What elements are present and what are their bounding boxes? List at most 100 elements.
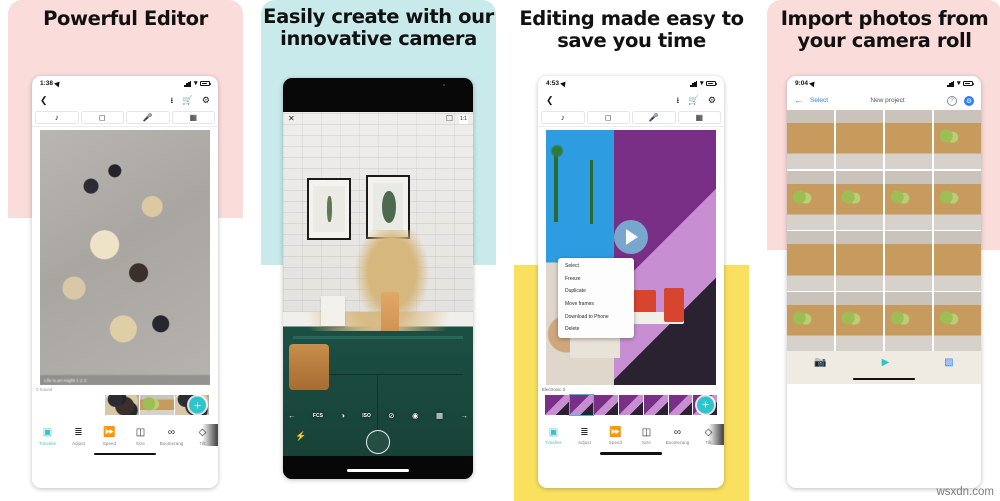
gallery-cell[interactable]	[787, 231, 835, 291]
context-menu-item-duplicate[interactable]: Duplicate	[558, 285, 634, 298]
filmstrip-frame[interactable]	[643, 394, 668, 415]
context-menu-item-select[interactable]: Select	[558, 260, 634, 273]
media-canvas[interactable]: Life is an might 1 2 3	[40, 130, 210, 385]
media-canvas[interactable]: Select Freeze Duplicate Move frames Down…	[546, 130, 716, 385]
gallery-cell[interactable]	[884, 231, 933, 291]
location-arrow-icon	[560, 79, 568, 88]
tab-label: Boomerang	[665, 440, 690, 445]
shutter-button[interactable]	[366, 430, 390, 454]
arrow-left-icon[interactable]: ←	[288, 411, 296, 420]
gallery-cell[interactable]	[885, 171, 932, 230]
download-icon[interactable]: ⭳	[170, 96, 173, 105]
filmstrip-frame[interactable]	[594, 394, 619, 415]
arrow-right-icon[interactable]: →	[460, 411, 468, 420]
flash-icon[interactable]: ⚡	[295, 432, 306, 441]
tab-tilt[interactable]: ◇ Tilt	[187, 424, 218, 446]
gallery-cell[interactable]	[835, 231, 884, 291]
gear-icon[interactable]: ⚙	[708, 95, 716, 105]
cart-icon[interactable]: 🛒	[182, 96, 193, 105]
filmstrip[interactable]: +	[544, 393, 718, 416]
folder-icon[interactable]: ◻	[586, 111, 630, 124]
gear-icon[interactable]: ⚙	[202, 95, 210, 105]
filmstrip-frame[interactable]	[545, 394, 569, 415]
panel-title: Powerful Editor	[43, 7, 208, 30]
tab-size[interactable]: ◫ Size	[631, 427, 662, 445]
camera-controls: ← FCS ◑ ISO ⊘ ◉ ▦ → ⚡	[283, 411, 473, 456]
gallery-cell[interactable]	[885, 292, 932, 351]
gallery-cell[interactable]	[835, 110, 884, 170]
cellular-bars-icon	[690, 80, 698, 87]
filmstrip-frame[interactable]	[105, 395, 139, 415]
music-note-icon[interactable]: ♪	[35, 111, 79, 124]
camera-viewfinder[interactable]: ✕ ☐ 1:1 ← FCS ◑ ISO ⊘ ◉ ▦ → ⚡	[283, 78, 473, 479]
tab-size[interactable]: ◫ Size	[125, 428, 156, 446]
filmstrip-frame[interactable]	[619, 394, 643, 415]
gallery-cell[interactable]	[934, 292, 981, 351]
select-button[interactable]: Select	[810, 97, 828, 104]
status-bar: 4:53 ▾	[538, 76, 724, 91]
tab-boomerang[interactable]: ∞ Boomerang	[662, 427, 693, 445]
panel-import-photos: Import photos from your camera roll 9:04…	[761, 0, 1000, 501]
tab-label: Size	[136, 440, 145, 446]
gallery-cell[interactable]	[934, 171, 981, 230]
filmstrip-frame[interactable]	[140, 395, 174, 415]
nav-bar: ← Select New project ? ⚙	[787, 91, 981, 110]
arrow-left-icon[interactable]: ←	[794, 96, 803, 105]
microphone-icon[interactable]: 🎤	[632, 111, 676, 124]
photos-icon[interactable]: ▧	[944, 357, 953, 368]
tab-adjust[interactable]: ≣ Adjust	[569, 427, 600, 445]
focus-icon[interactable]: FCS	[313, 413, 323, 419]
iso-icon[interactable]: ISO	[362, 413, 371, 419]
photo-gallery-grid[interactable]	[787, 110, 981, 352]
gallery-cell[interactable]	[787, 292, 834, 351]
tab-boomerang[interactable]: ∞ Boomerang	[156, 428, 187, 446]
music-note-icon[interactable]: ♪	[541, 111, 585, 124]
grid-icon[interactable]: ▦	[677, 111, 721, 124]
camera-icon[interactable]: 📷	[814, 357, 826, 368]
microphone-icon[interactable]: 🎤	[126, 111, 170, 124]
tab-timeline[interactable]: ▣ Timeline	[538, 427, 569, 445]
gallery-cell[interactable]	[836, 171, 883, 230]
no-flash-icon[interactable]: ⊘	[388, 411, 394, 420]
filmstrip[interactable]: +	[104, 394, 210, 416]
folder-icon[interactable]: ◻	[80, 111, 124, 124]
context-menu-item-freeze[interactable]: Freeze	[558, 273, 634, 286]
gallery-cell[interactable]	[884, 110, 933, 170]
white-balance-icon[interactable]: ◉	[412, 411, 419, 420]
close-x-icon[interactable]: ✕	[288, 115, 295, 123]
filmstrip-frame-selected[interactable]	[568, 393, 595, 416]
question-mark-icon[interactable]: ?	[947, 95, 957, 106]
context-menu-item-download-to-phone[interactable]: Download to Phone	[558, 310, 634, 323]
tab-speed[interactable]: ⏩ Speed	[94, 428, 125, 446]
filmstrip-frame[interactable]	[668, 394, 693, 415]
gallery-cell[interactable]	[836, 292, 883, 351]
context-menu-item-delete[interactable]: Delete	[558, 323, 634, 336]
cart-icon[interactable]: 🛒	[688, 96, 699, 105]
chevron-left-icon[interactable]: ❮	[40, 95, 48, 105]
ratio-button[interactable]: 1:1	[459, 114, 468, 124]
tab-tilt[interactable]: ◇ Tilt	[693, 423, 724, 445]
tab-speed[interactable]: ⏩ Speed	[600, 427, 631, 445]
panel-title: Editing made easy to save you time	[519, 7, 744, 53]
gallery-cell[interactable]	[934, 110, 981, 169]
context-menu-item-move-frames[interactable]: Move frames	[558, 298, 634, 311]
download-icon[interactable]: ⭳	[676, 96, 679, 105]
gallery-cell[interactable]	[933, 231, 981, 291]
gallery-cell[interactable]	[787, 171, 834, 230]
grid-icon[interactable]: ▦	[171, 111, 215, 124]
gallery-cell[interactable]	[787, 110, 835, 170]
tab-timeline[interactable]: ▣ Timeline	[32, 428, 63, 446]
gear-icon[interactable]: ⚙	[964, 95, 974, 106]
add-clip-button[interactable]: +	[189, 396, 206, 414]
add-clip-button[interactable]: +	[697, 396, 714, 413]
exposure-icon[interactable]: ◑	[340, 411, 345, 420]
grid-icon[interactable]: ▦	[436, 411, 443, 420]
location-arrow-icon	[54, 79, 62, 88]
panel-title: Import photos from your camera roll	[780, 7, 989, 53]
camera-flip-icon[interactable]: ☐	[446, 115, 453, 123]
tab-adjust[interactable]: ≣ Adjust	[63, 428, 94, 446]
play-icon[interactable]: ▶	[882, 357, 890, 368]
cellular-bars-icon	[947, 80, 955, 87]
context-menu[interactable]: Select Freeze Duplicate Move frames Down…	[558, 258, 634, 338]
chevron-left-icon[interactable]: ❮	[546, 95, 554, 105]
